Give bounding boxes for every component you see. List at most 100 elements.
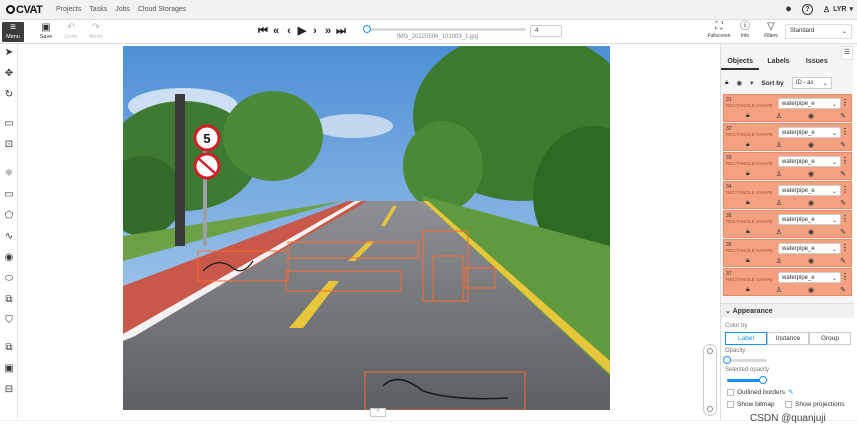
lock-icon[interactable]: 🔒︎: [746, 141, 750, 149]
github-icon[interactable]: ●: [785, 3, 792, 15]
occluded-icon[interactable]: ♙: [776, 112, 782, 120]
color-by-group-option[interactable]: Group: [809, 332, 851, 345]
visibility-icon[interactable]: ◉: [808, 141, 814, 149]
lock-icon[interactable]: 🔒︎: [746, 228, 750, 236]
sidebar-toggle-button[interactable]: ☰: [841, 46, 853, 60]
split-icon[interactable]: ⊟: [3, 384, 15, 396]
rotate-icon[interactable]: ↻: [3, 89, 15, 101]
frame-number-input[interactable]: 4: [530, 25, 562, 37]
object-label-select[interactable]: waterpipe_e ⌄: [778, 272, 841, 283]
menu-button[interactable]: ≡ Menu: [2, 22, 24, 42]
last-frame-icon[interactable]: ⏭: [336, 24, 346, 38]
draw-rectangle-icon[interactable]: ▭: [3, 189, 15, 201]
object-item[interactable]: 34 RECTANGLE SHAPE waterpipe_e ⌄ ⋮ 🔒︎ ♙ ◉ ✎: [723, 181, 852, 209]
lock-icon[interactable]: 🔒︎: [746, 257, 750, 265]
occluded-icon[interactable]: ♙: [776, 228, 782, 236]
checkbox-box[interactable]: [727, 401, 734, 408]
color-by-label-option[interactable]: Label: [725, 332, 767, 345]
info-button[interactable]: ⓘ Info: [734, 21, 756, 39]
more-icon[interactable]: ⋮: [841, 272, 849, 281]
draw-ellipse-icon[interactable]: ⬭: [3, 273, 15, 285]
object-item[interactable]: 33 RECTANGLE SHAPE waterpipe_e ⌄ ⋮ 🔒︎ ♙ ◉ ✎: [723, 152, 852, 180]
workspace-select[interactable]: Standard ⌄: [785, 24, 852, 39]
fullscreen-button[interactable]: ⛶ Fullscreen: [707, 21, 730, 39]
selected-opacity-slider[interactable]: [727, 376, 767, 384]
pin-icon[interactable]: ✎: [840, 257, 846, 265]
nav-link-jobs[interactable]: Jobs: [115, 6, 130, 13]
play-icon[interactable]: ▶: [297, 24, 307, 38]
draw-polygon-icon[interactable]: ⬠: [3, 210, 15, 222]
lock-icon[interactable]: 🔒︎: [746, 199, 750, 207]
opacity-slider[interactable]: [723, 356, 767, 364]
pin-icon[interactable]: ✎: [840, 141, 846, 149]
occluded-icon[interactable]: ♙: [776, 199, 782, 207]
object-label-select[interactable]: waterpipe_e ⌄: [778, 243, 841, 254]
color-picker-icon[interactable]: ✎: [788, 388, 793, 396]
occluded-icon[interactable]: ♙: [776, 257, 782, 265]
nav-link-projects[interactable]: Projects: [56, 6, 81, 13]
previous-frame-icon[interactable]: ‹: [284, 24, 294, 38]
opacity-slider-handle[interactable]: [723, 356, 731, 364]
selected-opacity-slider-handle[interactable]: [759, 376, 767, 384]
tab-objects[interactable]: Objects: [721, 54, 760, 70]
object-item[interactable]: 32 RECTANGLE SHAPE waterpipe_e ⌄ ⋮ 🔒︎ ♙ ◉ ✎: [723, 123, 852, 151]
appearance-header[interactable]: ⌄ Appearance: [721, 304, 854, 318]
user-menu[interactable]: ♙ LYR ▾: [823, 5, 853, 14]
frame-slider-handle[interactable]: [363, 25, 371, 33]
lock-icon[interactable]: 🔒︎: [746, 112, 750, 120]
pin-icon[interactable]: ✎: [840, 286, 846, 294]
group-icon[interactable]: ▣: [3, 363, 15, 375]
show-bitmap-checkbox[interactable]: Show bitmap: [727, 401, 775, 408]
visibility-icon[interactable]: ◉: [808, 257, 814, 265]
zoom-scrollbar[interactable]: [703, 344, 717, 416]
object-item[interactable]: 37 RECTANGLE SHAPE waterpipe_e ⌄ ⋮ 🔒︎ ♙ ◉ ✎: [723, 268, 852, 296]
more-icon[interactable]: ⋮: [841, 127, 849, 136]
checkbox-box[interactable]: [727, 388, 734, 396]
zoom-in-icon[interactable]: [707, 348, 713, 354]
checkbox-box[interactable]: [785, 401, 792, 408]
tag-icon[interactable]: ⛉: [3, 315, 15, 327]
more-icon[interactable]: ⋮: [841, 98, 849, 107]
visibility-icon[interactable]: ◉: [808, 199, 814, 207]
tab-labels[interactable]: Labels: [759, 54, 797, 70]
fit-image-icon[interactable]: ▭: [3, 118, 15, 130]
outlined-borders-checkbox[interactable]: Outlined borders ✎: [727, 388, 794, 396]
object-item[interactable]: 35 RECTANGLE SHAPE waterpipe_e ⌄ ⋮ 🔒︎ ♙ ◉ ✎: [723, 210, 852, 238]
visibility-icon[interactable]: ◉: [808, 112, 814, 120]
merge-icon[interactable]: ⧉: [3, 342, 15, 354]
more-icon[interactable]: ⋮: [841, 214, 849, 223]
visibility-icon[interactable]: ◉: [808, 286, 814, 294]
pin-icon[interactable]: ✎: [840, 199, 846, 207]
redo-button[interactable]: ↷ Redo: [84, 22, 108, 42]
nav-link-tasks[interactable]: Tasks: [89, 6, 107, 13]
color-by-instance-option[interactable]: Instance: [767, 332, 809, 345]
draw-cuboid-icon[interactable]: ⧉: [3, 294, 15, 306]
draw-polyline-icon[interactable]: ∿: [3, 231, 15, 243]
sort-select[interactable]: ID - as ⌄: [791, 77, 832, 89]
object-label-select[interactable]: waterpipe_e ⌄: [778, 156, 841, 167]
pin-icon[interactable]: ✎: [840, 170, 846, 178]
visibility-icon[interactable]: ◉: [808, 228, 814, 236]
object-label-select[interactable]: waterpipe_e ⌄: [778, 98, 841, 109]
object-label-select[interactable]: waterpipe_e ⌄: [778, 127, 841, 138]
cursor-icon[interactable]: ➤: [3, 47, 15, 59]
occluded-icon[interactable]: ♙: [776, 286, 782, 294]
annotation-canvas[interactable]: 5 ^: [18, 44, 720, 420]
zoom-region-icon[interactable]: ⊡: [3, 139, 15, 151]
fast-backward-icon[interactable]: «: [271, 24, 281, 38]
lock-icon[interactable]: 🔒︎: [746, 170, 750, 178]
object-label-select[interactable]: waterpipe_e ⌄: [778, 185, 841, 196]
object-item[interactable]: 36 RECTANGLE SHAPE waterpipe_e ⌄ ⋮ 🔒︎ ♙ ◉ ✎: [723, 239, 852, 267]
pin-icon[interactable]: ✎: [840, 228, 846, 236]
help-icon[interactable]: ?: [801, 3, 813, 15]
lock-icon[interactable]: 🔒︎: [746, 286, 750, 294]
hide-all-icon[interactable]: ◉: [736, 79, 742, 87]
save-button[interactable]: ▣ Save: [34, 22, 58, 42]
visibility-icon[interactable]: ◉: [808, 170, 814, 178]
next-frame-icon[interactable]: ›: [310, 24, 320, 38]
fast-forward-icon[interactable]: »: [323, 24, 333, 38]
collapse-all-icon[interactable]: ▾: [750, 79, 753, 87]
more-icon[interactable]: ⋮: [841, 185, 849, 194]
object-item[interactable]: 31 RECTANGLE SHAPE waterpipe_e ⌄ ⋮ 🔒︎ ♙ ◉ ✎: [723, 94, 852, 122]
move-icon[interactable]: ✥: [3, 68, 15, 80]
